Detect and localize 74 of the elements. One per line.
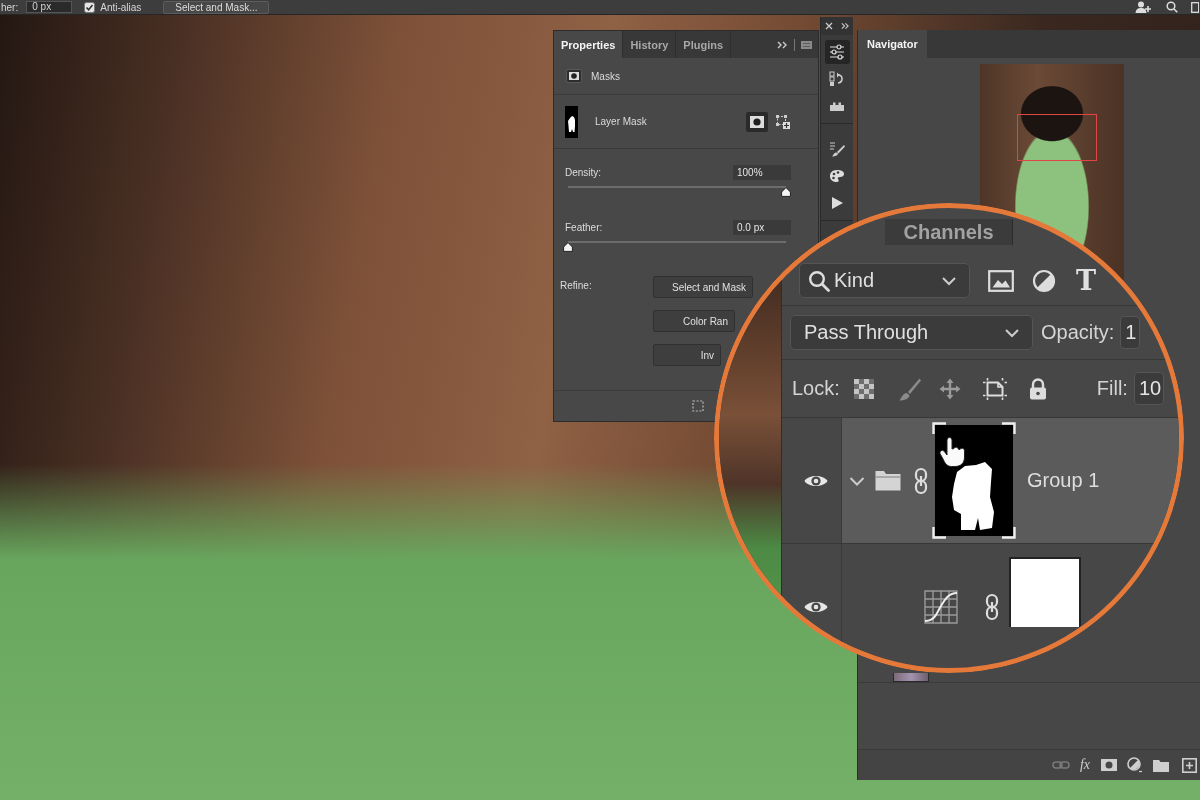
layer-row[interactable]: Group 1 bbox=[842, 418, 1179, 543]
new-layer-icon[interactable] bbox=[1182, 757, 1197, 773]
lock-label: Lock: bbox=[792, 377, 840, 400]
refine-button[interactable]: Select and Mask bbox=[653, 276, 753, 298]
play-icon bbox=[829, 195, 845, 211]
anti-alias-checkbox[interactable] bbox=[84, 1, 96, 13]
slider-thumb[interactable] bbox=[781, 187, 791, 197]
value-field[interactable]: 100% bbox=[733, 165, 791, 180]
checkerboard-icon[interactable] bbox=[853, 378, 874, 399]
menu-icon[interactable] bbox=[801, 40, 812, 49]
refine-label: Refine: bbox=[560, 279, 593, 293]
view-area-frame[interactable] bbox=[1017, 114, 1097, 161]
slider-label: Feather: bbox=[565, 222, 603, 233]
double-chevron-icon[interactable] bbox=[841, 22, 849, 30]
search-icon bbox=[808, 269, 830, 292]
mask-icon[interactable] bbox=[1101, 759, 1117, 771]
brush-list-icon bbox=[829, 141, 845, 157]
folder-icon bbox=[875, 470, 901, 491]
fill-field[interactable]: 10 bbox=[1133, 372, 1164, 405]
panel-icon[interactable] bbox=[1191, 1, 1199, 13]
artboard-icon[interactable] bbox=[982, 377, 1007, 400]
refine-button[interactable]: Inv bbox=[653, 344, 721, 366]
feather-field[interactable]: 0 px bbox=[26, 1, 73, 13]
adjustment-filter-icon[interactable] bbox=[1032, 268, 1056, 293]
anti-alias-label: Anti-alias bbox=[100, 1, 142, 13]
section-title: Masks bbox=[591, 70, 620, 82]
chevron-down-icon bbox=[1004, 327, 1020, 338]
mask-name: Layer Mask bbox=[595, 116, 647, 127]
selection-icon[interactable] bbox=[692, 400, 704, 412]
chevron-down-icon bbox=[941, 275, 957, 286]
hand-cursor-icon bbox=[939, 437, 967, 467]
search-icon[interactable] bbox=[1166, 1, 1178, 13]
move-icon[interactable] bbox=[938, 377, 961, 400]
select-and-mask-button[interactable]: Select and Mask... bbox=[163, 0, 270, 14]
link-icon[interactable] bbox=[914, 466, 928, 495]
sliders-icon bbox=[829, 44, 845, 60]
kind-filter-dropdown[interactable]: Kind bbox=[799, 263, 970, 298]
panel-tab[interactable]: Channels bbox=[885, 219, 1013, 245]
layer-style-button[interactable]: fx bbox=[1079, 757, 1090, 773]
pixel-mask-button[interactable] bbox=[746, 111, 768, 132]
value-field[interactable]: 0.0 px bbox=[733, 220, 791, 235]
user-add-icon[interactable] bbox=[1135, 1, 1151, 13]
brush-icon[interactable] bbox=[898, 376, 921, 401]
slider-label: Density: bbox=[565, 167, 602, 178]
palette-icon bbox=[829, 168, 845, 184]
mask-icon bbox=[750, 115, 764, 128]
curves-icon bbox=[924, 589, 958, 624]
type-filter-button[interactable]: T bbox=[1076, 266, 1097, 295]
double-chevron-icon[interactable] bbox=[777, 40, 788, 49]
blend-mode-dropdown[interactable]: Pass Through bbox=[790, 315, 1033, 350]
padlock-icon[interactable] bbox=[1028, 377, 1047, 400]
folder-icon[interactable] bbox=[1153, 758, 1169, 772]
opacity-field[interactable]: 1 bbox=[1120, 316, 1141, 349]
panel-tab[interactable]: Properties bbox=[554, 31, 624, 58]
layer-thumbnail bbox=[893, 673, 929, 682]
link-icon[interactable] bbox=[985, 592, 999, 621]
image-filter-icon[interactable] bbox=[988, 269, 1014, 292]
mask-thumbnail[interactable] bbox=[1009, 557, 1081, 627]
mask-icon bbox=[566, 69, 582, 83]
feather-label: her: bbox=[1, 1, 19, 13]
layer-name: Group 1 bbox=[1027, 469, 1100, 492]
slider-thumb[interactable] bbox=[563, 242, 573, 252]
panel-tab[interactable]: History bbox=[623, 31, 677, 58]
adjustment-icon[interactable] bbox=[1127, 757, 1143, 773]
opacity-label: Opacity: bbox=[1041, 321, 1115, 344]
mask-thumbnail[interactable] bbox=[565, 105, 578, 138]
vector-mask-icon bbox=[776, 114, 790, 129]
refine-button[interactable]: Color Ran bbox=[653, 310, 735, 332]
panel-tab[interactable]: Plugins bbox=[676, 31, 732, 58]
panel-button[interactable] bbox=[824, 40, 850, 64]
fill-label: Fill: bbox=[1096, 377, 1128, 400]
panel-tab[interactable]: Navigator bbox=[858, 30, 927, 58]
close-icon[interactable] bbox=[825, 22, 833, 30]
history-icon bbox=[829, 71, 845, 87]
